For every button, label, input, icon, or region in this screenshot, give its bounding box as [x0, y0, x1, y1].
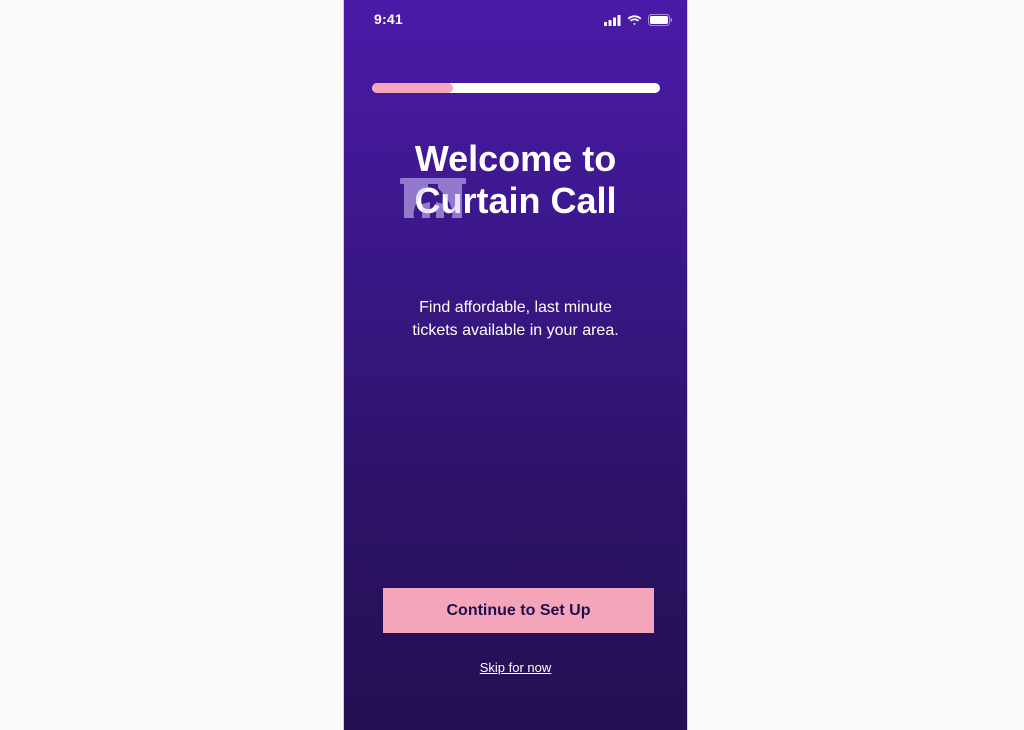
progress-fill	[372, 83, 453, 93]
welcome-hero: Welcome to Curtain Call	[344, 138, 687, 222]
battery-icon	[648, 13, 673, 31]
signal-icon	[604, 13, 621, 31]
status-icons	[604, 13, 673, 31]
status-time: 9:41	[374, 11, 403, 27]
onboarding-progress-bar	[372, 83, 660, 93]
wifi-icon	[627, 13, 642, 31]
continue-setup-button[interactable]: Continue to Set Up	[383, 588, 654, 633]
skip-link[interactable]: Skip for now	[344, 660, 687, 675]
phone-screen: 9:41 Welcome to Curtain Call Find afford…	[343, 0, 688, 730]
curtain-logo-icon	[400, 178, 466, 225]
welcome-subtitle: Find affordable, last minute tickets ava…	[412, 299, 619, 339]
status-bar: 9:41	[344, 0, 687, 40]
welcome-title: Welcome to Curtain Call	[414, 138, 617, 221]
